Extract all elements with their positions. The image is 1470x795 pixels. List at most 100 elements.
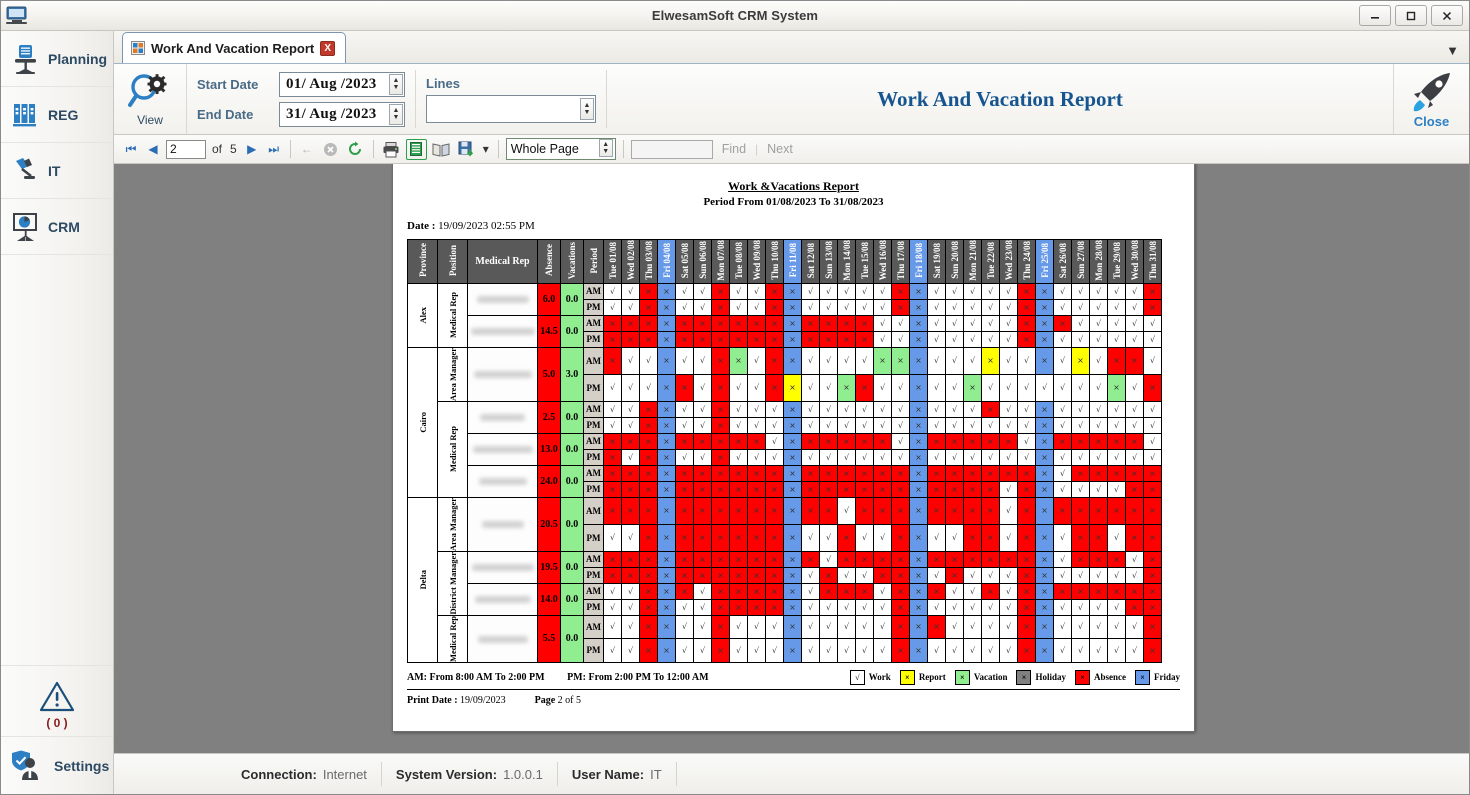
cell-day-status: × [1143,282,1162,300]
cell-day-status: × [783,582,802,600]
col-header-day-16: Thu 17/08 [891,239,910,284]
page-layout-icon[interactable] [405,138,427,160]
cell-day-status: × [747,566,766,584]
find-input[interactable] [630,139,713,159]
cell-absence: 20.5 [537,496,561,552]
printer-icon[interactable] [381,139,402,160]
cell-day-status: × [927,432,946,450]
start-date-input[interactable] [279,71,405,97]
cell-day-status: × [1035,432,1054,450]
legend-item: × Absence [1075,669,1126,685]
cell-day-status: √ [945,373,964,402]
cell-absence: 14.5 [537,314,561,348]
work-vacation-grid: Province Position Medical Rep Absence Vacati… [407,239,1162,663]
cell-day-status: × [1017,638,1036,663]
lines-spinner[interactable]: ▲ ▼ [580,97,594,120]
first-page-button[interactable]: ⏮ [122,142,140,157]
cell-day-status: × [621,566,640,584]
footer-page-label: Page [534,694,556,706]
sidebar-item-planning[interactable]: Planning [1,31,113,87]
report-viewport[interactable]: Work &Vacations Report Period From 01/08… [114,164,1469,753]
cell-day-status: × [855,330,874,348]
cell-day-status: √ [981,373,1000,402]
sidebar-item-settings[interactable]: Settings [1,736,113,794]
cell-day-status: √ [1125,448,1144,466]
cell-day-status: √ [801,282,820,300]
minimize-button[interactable] [1359,5,1391,26]
view-button[interactable]: View [114,64,187,134]
cell-day-status: × [963,464,982,482]
book-icon[interactable] [431,139,452,160]
close-button[interactable] [1431,5,1463,26]
cell-day-status: √ [945,638,964,663]
tab-work-and-vacation-report[interactable]: Work And Vacation Report X [122,32,347,63]
cell-day-status: √ [963,314,982,332]
previous-page-button[interactable]: ◀ [144,142,162,156]
find-button[interactable]: Find [717,142,751,156]
status-version: System Version: 1.0.0.1 [382,762,558,786]
cell-day-status: × [927,496,946,525]
stop-icon[interactable] [320,139,341,160]
alert-indicator[interactable]: ( 0 ) [1,665,113,736]
tab-close-icon[interactable]: X [320,40,336,56]
zoom-spinner[interactable]: ▲ ▼ [598,139,613,157]
cell-day-status: × [981,550,1000,568]
cell-day-status: √ [837,496,856,525]
cell-day-status: √ [1089,566,1108,584]
cell-day-status: × [909,480,928,498]
cell-day-status: × [855,464,874,482]
cell-day-status: √ [1053,346,1072,375]
cell-day-status: × [711,373,730,402]
refresh-icon[interactable] [345,139,366,160]
end-date-input[interactable] [279,101,405,127]
cell-period: AM [583,314,604,332]
cell-day-status: × [657,523,676,552]
cell-day-status: √ [675,416,694,434]
lines-input[interactable] [426,94,596,123]
start-date-spinner[interactable]: ▲ ▼ [389,73,403,95]
next-page-button[interactable]: ▶ [243,142,261,156]
maximize-button[interactable] [1395,5,1427,26]
cell-day-status: √ [603,582,622,600]
sidebar-item-reg[interactable]: REG [1,87,113,143]
cell-day-status: × [981,496,1000,525]
cell-day-status: × [1071,496,1090,525]
end-date-spinner[interactable]: ▲ ▼ [389,103,403,125]
cell-day-status: √ [981,598,1000,616]
title-bar: ElwesamSoft CRM System [1,1,1469,31]
sidebar-item-it[interactable]: IT [1,143,113,199]
chevron-down-icon[interactable]: ▼ [1446,43,1459,58]
cell-absence: 6.0 [537,282,561,316]
cell-day-status: √ [927,566,946,584]
cell-day-status: √ [1071,566,1090,584]
cell-day-status: √ [1017,448,1036,466]
col-header-day-13: Mon 14/08 [837,239,856,284]
cell-day-status: √ [693,614,712,640]
save-export-icon[interactable] [456,139,477,160]
cell-day-status: √ [1107,598,1126,616]
cell-day-status: √ [963,614,982,640]
cell-day-status: × [819,314,838,332]
find-next-button[interactable]: Next [762,142,798,156]
close-report-button[interactable]: Close [1393,64,1469,134]
cell-day-status: √ [801,416,820,434]
cell-day-status: √ [963,416,982,434]
export-dropdown-arrow[interactable]: ▾ [481,142,491,156]
page-number-input[interactable] [166,139,206,159]
cell-day-status: √ [603,614,622,640]
cell-day-status: √ [873,523,892,552]
cell-day-status: √ [693,400,712,418]
back-button[interactable]: ← [298,142,316,156]
last-page-button[interactable]: ⏭ [265,142,283,157]
cell-day-status: √ [603,638,622,663]
cell-day-status: × [657,464,676,482]
cell-day-status: × [873,496,892,525]
cell-day-status: √ [693,598,712,616]
cell-day-status: × [765,496,784,525]
cell-day-status: √ [675,400,694,418]
cell-day-status: × [711,416,730,434]
col-header-day-11: Sat 12/08 [801,239,820,284]
cell-day-status: √ [729,448,748,466]
cell-day-status: × [783,330,802,348]
sidebar-item-crm[interactable]: CRM [1,199,113,255]
